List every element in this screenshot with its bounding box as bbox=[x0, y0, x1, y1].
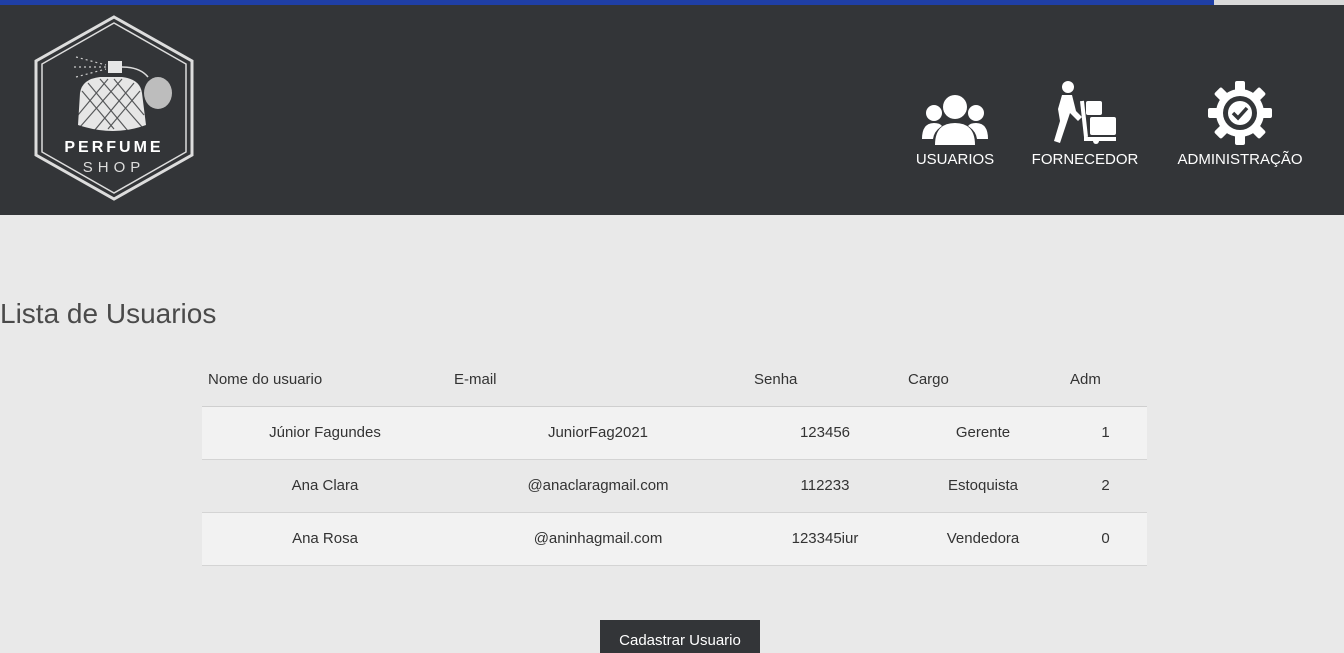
cell-adm: 0 bbox=[1064, 512, 1147, 566]
nav-fornecedor[interactable]: FORNECEDOR bbox=[1025, 75, 1145, 168]
table-row[interactable]: Ana Clara @anaclaragmail.com 112233 Esto… bbox=[202, 459, 1147, 513]
cell-email: JuniorFag2021 bbox=[448, 406, 748, 460]
gear-check-icon bbox=[1170, 75, 1310, 145]
cell-adm: 2 bbox=[1064, 459, 1147, 513]
cell-cargo: Gerente bbox=[902, 406, 1064, 460]
nav-administracao[interactable]: ADMINISTRAÇÃO bbox=[1170, 75, 1310, 168]
perfume-shop-logo[interactable]: PERFUME SHOP bbox=[30, 13, 198, 203]
delivery-worker-icon bbox=[1025, 75, 1145, 145]
column-header-email: E-mail bbox=[448, 354, 748, 407]
cell-email: @aninhagmail.com bbox=[448, 512, 748, 566]
nav-usuarios-label: USUARIOS bbox=[915, 151, 995, 168]
column-header-adm: Adm bbox=[1064, 354, 1147, 407]
cell-senha: 123345iur bbox=[748, 512, 902, 566]
table-row[interactable]: Júnior Fagundes JuniorFag2021 123456 Ger… bbox=[202, 406, 1147, 460]
brand-name: PERFUME bbox=[64, 139, 164, 156]
column-header-cargo: Cargo bbox=[902, 354, 1064, 407]
table-row[interactable]: Ana Rosa @aninhagmail.com 123345iur Vend… bbox=[202, 512, 1147, 566]
cell-nome: Ana Rosa bbox=[202, 512, 448, 566]
cell-senha: 112233 bbox=[748, 459, 902, 513]
cell-nome: Ana Clara bbox=[202, 459, 448, 513]
table-header-row: Nome do usuario E-mail Senha Cargo Adm bbox=[202, 354, 1147, 407]
column-header-nome: Nome do usuario bbox=[202, 354, 448, 407]
page-title: Lista de Usuarios bbox=[0, 298, 217, 329]
cell-adm: 1 bbox=[1064, 406, 1147, 460]
site-header: PERFUME SHOP USUARIOS FORNECEDOR ADMINIS… bbox=[0, 5, 1344, 215]
brand-subtitle: SHOP bbox=[82, 159, 146, 176]
nav-usuarios[interactable]: USUARIOS bbox=[905, 75, 1005, 168]
cell-cargo: Estoquista bbox=[902, 459, 1064, 513]
cell-cargo: Vendedora bbox=[902, 512, 1064, 566]
cell-email: @anaclaragmail.com bbox=[448, 459, 748, 513]
column-header-senha: Senha bbox=[748, 354, 902, 407]
users-table: Nome do usuario E-mail Senha Cargo Adm J… bbox=[202, 354, 1147, 566]
users-icon bbox=[905, 75, 1005, 145]
cadastrar-usuario-button[interactable]: Cadastrar Usuario bbox=[600, 620, 760, 653]
cell-senha: 123456 bbox=[748, 406, 902, 460]
cell-nome: Júnior Fagundes bbox=[202, 406, 448, 460]
nav-administracao-label: ADMINISTRAÇÃO bbox=[1177, 151, 1303, 168]
nav-fornecedor-label: FORNECEDOR bbox=[1031, 151, 1139, 168]
